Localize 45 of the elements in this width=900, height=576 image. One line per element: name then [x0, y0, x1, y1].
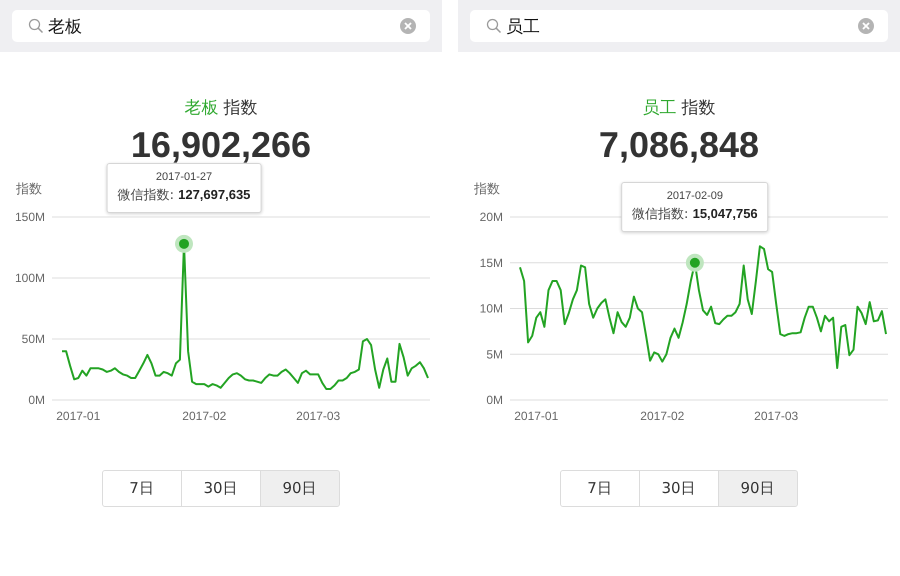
x-tick-label: 2017-03 — [754, 409, 798, 423]
y-axis-title: 指数 — [16, 182, 42, 197]
x-tick-label: 2017-01 — [56, 409, 100, 423]
tooltip-value: 15,047,756 — [692, 206, 758, 221]
clear-icon[interactable] — [858, 18, 874, 34]
search-field[interactable]: 老板 — [12, 10, 430, 42]
y-tick-label: 50M — [22, 332, 45, 346]
search-input[interactable]: 老板 — [48, 16, 396, 36]
y-tick-label: 20M — [480, 210, 503, 224]
index-total: 7,086,848 — [598, 124, 760, 166]
y-tick-label: 10M — [480, 302, 503, 316]
tooltip-label: 微信指数: — [632, 206, 688, 222]
keyword-text: 老板 — [184, 98, 218, 118]
tooltip-date: 2017-02-09 — [666, 188, 724, 204]
data-point-marker — [686, 254, 704, 272]
search-field[interactable]: 员工 — [470, 10, 888, 42]
index-total: 16,902,266 — [130, 124, 312, 166]
range-tab[interactable]: 7日 — [102, 470, 182, 507]
x-tick-label: 2017-03 — [296, 409, 340, 423]
y-tick-label: 150M — [14, 210, 45, 224]
search-input[interactable]: 员工 — [506, 16, 854, 36]
title-text: 指数 — [682, 98, 716, 118]
range-tab[interactable]: 7日 — [560, 470, 640, 507]
tooltip-label: 微信指数: — [118, 188, 174, 203]
y-tick-label: 15M — [480, 256, 503, 270]
tooltip-date: 2017-01-27 — [154, 170, 214, 185]
clear-icon[interactable] — [400, 18, 416, 34]
range-tab[interactable]: 90日 — [260, 470, 340, 507]
y-tick-label: 0M — [28, 393, 45, 407]
y-axis-title: 指数 — [474, 182, 500, 197]
search-icon — [486, 18, 502, 34]
x-tick-label: 2017-02 — [640, 409, 684, 423]
y-tick-label: 5M — [486, 347, 503, 362]
y-tick-label: 0M — [486, 393, 503, 407]
keyword-text: 员工 — [642, 98, 676, 118]
x-tick-label: 2017-01 — [514, 409, 558, 423]
search-icon — [28, 18, 44, 34]
range-tab[interactable]: 30日 — [638, 470, 718, 507]
range-tab[interactable]: 90日 — [718, 470, 798, 507]
range-tab[interactable]: 30日 — [180, 470, 260, 507]
x-tick-label: 2017-02 — [182, 409, 226, 423]
y-tick-label: 100M — [14, 271, 45, 285]
tooltip-value: 127,697,635 — [178, 186, 250, 202]
data-point-marker — [175, 234, 193, 253]
title-text: 指数 — [224, 98, 258, 118]
